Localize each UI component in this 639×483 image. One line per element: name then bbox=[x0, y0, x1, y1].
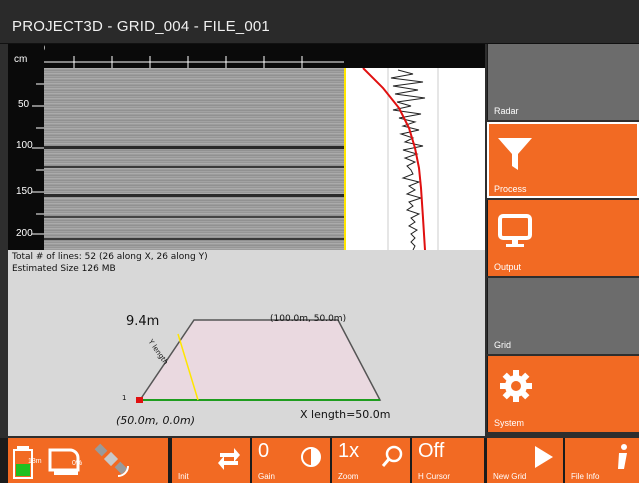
position-marker-line bbox=[344, 68, 346, 250]
gain-button[interactable]: 0 Gain bbox=[252, 438, 330, 483]
window-title: PROJECT3D - GRID_004 - FILE_001 bbox=[12, 18, 270, 35]
menu-label: Process bbox=[494, 184, 527, 194]
corner-coordinates: (100.0m, 50.0m) bbox=[270, 314, 347, 324]
magnifier-icon bbox=[381, 445, 403, 467]
info-icon bbox=[618, 444, 627, 469]
menu-label: Output bbox=[494, 262, 522, 272]
distance-ruler: m 0 bbox=[8, 43, 485, 68]
gain-label: Gain bbox=[258, 472, 275, 481]
signal-trace-panel bbox=[353, 67, 473, 251]
menu-system-button[interactable]: System bbox=[487, 356, 639, 432]
gear-icon bbox=[500, 370, 532, 402]
radar-view[interactable]: m 0 cm 50 100 150 200 bbox=[8, 43, 485, 251]
size-info: Estimated Size 126 MB bbox=[12, 264, 116, 274]
hcursor-label: H Cursor bbox=[418, 472, 451, 481]
menu-grid-button[interactable]: Grid bbox=[487, 278, 639, 354]
new-grid-button[interactable]: New Grid bbox=[487, 438, 563, 483]
grid-shape bbox=[136, 319, 382, 403]
storage-percent: 0% bbox=[72, 460, 83, 467]
lines-info: Total # of lines: 52 (26 along X, 26 alo… bbox=[12, 252, 208, 262]
depth-ticks bbox=[32, 83, 44, 235]
play-icon bbox=[535, 446, 553, 468]
main-panel: m 0 cm 50 100 150 200 bbox=[8, 43, 485, 436]
menu-label: Grid bbox=[494, 340, 512, 350]
x-length-label: X length=50.0m bbox=[300, 408, 391, 421]
file-info-button[interactable]: File Info bbox=[565, 438, 639, 483]
bottom-toolbar: 13m 0% Init 0 Gain 1x Zoom Off H Cursor … bbox=[0, 438, 639, 483]
file-info-label: File Info bbox=[571, 472, 600, 481]
gps-satellite-icon bbox=[94, 443, 129, 477]
menu-label: Radar bbox=[494, 106, 519, 116]
signal-trace-chart bbox=[362, 67, 439, 251]
menu-radar-button[interactable]: Radar bbox=[487, 44, 639, 120]
menu-process-button[interactable]: Process bbox=[487, 122, 639, 198]
init-label: Init bbox=[178, 472, 189, 481]
status-group: 13m 0% bbox=[8, 438, 168, 483]
init-button[interactable]: Init bbox=[172, 438, 250, 483]
new-grid-label: New Grid bbox=[493, 472, 527, 481]
contrast-icon bbox=[301, 447, 321, 467]
menu-output-button[interactable]: Output bbox=[487, 200, 639, 276]
hcursor-value: Off bbox=[418, 440, 445, 462]
zoom-label: Zoom bbox=[338, 472, 359, 481]
depth-ruler: cm 50 100 150 200 bbox=[8, 44, 44, 250]
title-bar: PROJECT3D - GRID_004 - FILE_001 bbox=[0, 0, 639, 44]
filter-funnel-icon bbox=[498, 138, 532, 170]
distance-ticks bbox=[44, 56, 344, 68]
grid-icon bbox=[488, 290, 548, 330]
radar-bscan-image bbox=[44, 68, 344, 250]
menu-label: System bbox=[494, 418, 525, 428]
radar-icon bbox=[488, 56, 548, 96]
grid-diagram[interactable]: 9.4m Y length (100.0m, 50.0m) 1 (50.0m, … bbox=[8, 294, 485, 434]
swap-arrows-icon bbox=[218, 448, 240, 470]
gain-value: 0 bbox=[258, 440, 270, 462]
origin-marker: 1 bbox=[122, 394, 127, 402]
origin-coordinates: (50.0m, 0.0m) bbox=[116, 414, 195, 427]
zoom-value: 1x bbox=[338, 440, 360, 462]
zoom-button[interactable]: 1x Zoom bbox=[332, 438, 410, 483]
monitor-icon bbox=[498, 214, 532, 247]
y-length-label: 9.4m bbox=[126, 314, 160, 329]
battery-time: 13m bbox=[28, 458, 42, 465]
hcursor-button[interactable]: Off H Cursor bbox=[412, 438, 484, 483]
